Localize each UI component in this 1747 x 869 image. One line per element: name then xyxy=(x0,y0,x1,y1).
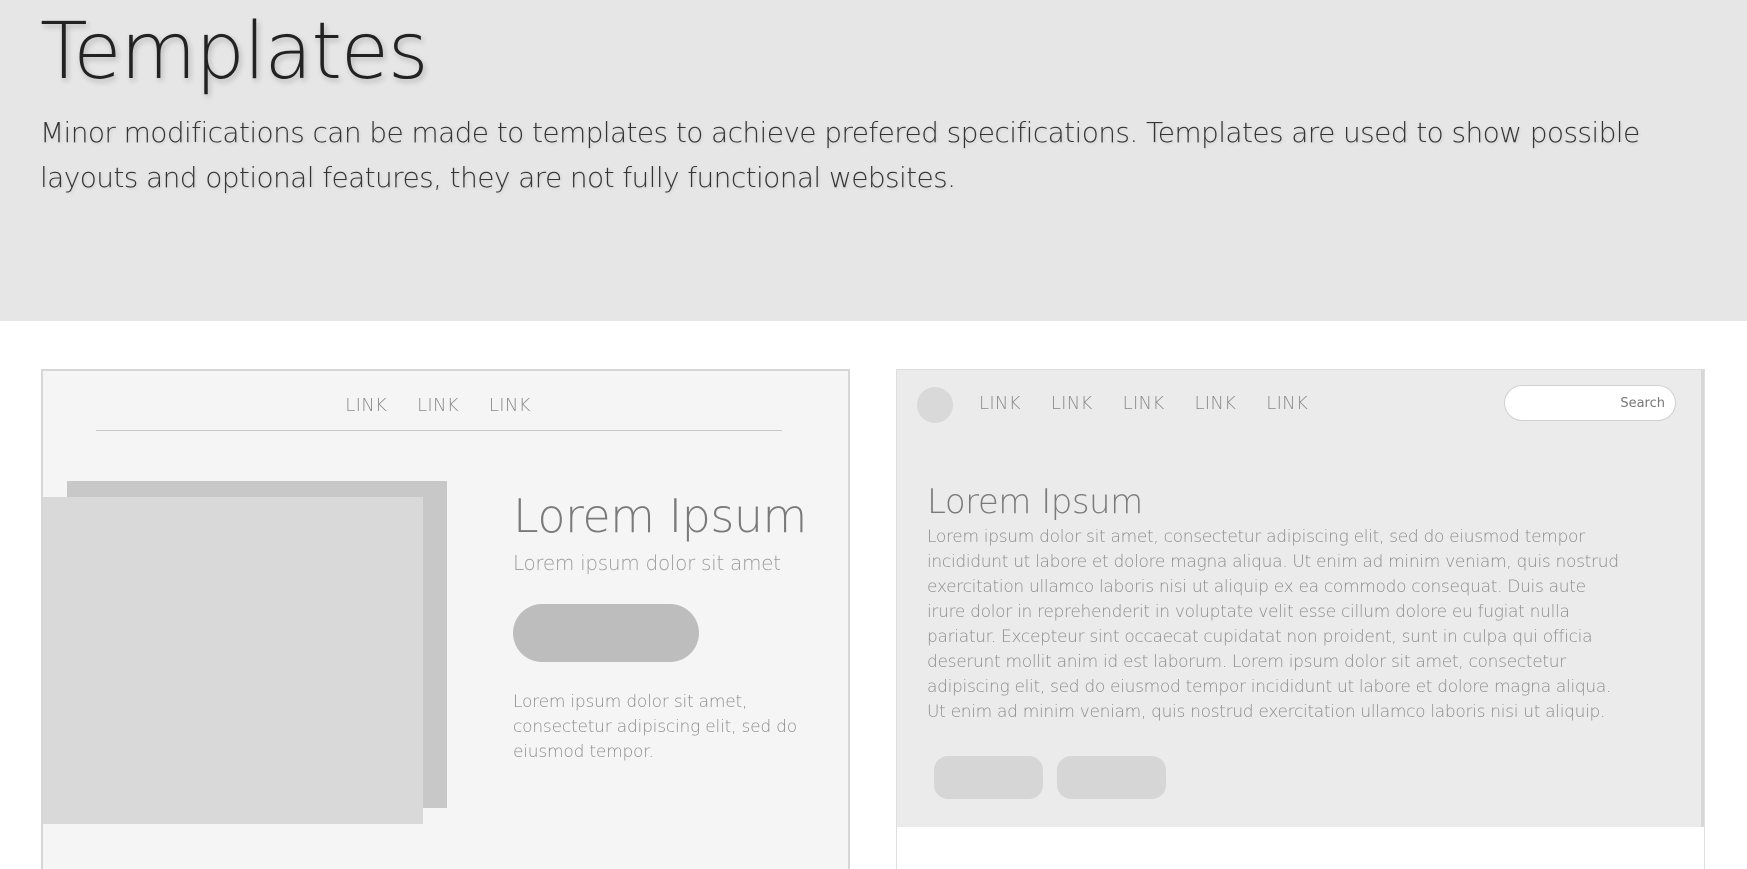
page-title: Templates xyxy=(40,7,429,97)
template-1-nav: LINK LINK LINK xyxy=(43,395,848,416)
template-1-nav-link[interactable]: LINK xyxy=(489,395,531,416)
template-1-subheading: Lorem ipsum dolor sit amet xyxy=(513,551,781,575)
template-1-body: Lorem ipsum dolor sit amet, consectetur … xyxy=(513,692,797,762)
template-2-nav: LINK LINK LINK LINK LINK xyxy=(979,393,1338,414)
image-placeholder xyxy=(43,497,423,824)
template-1-heading: Lorem Ipsum xyxy=(513,489,807,543)
template-2-button-primary[interactable] xyxy=(934,756,1043,799)
template-2-nav-link[interactable]: LINK xyxy=(1123,393,1165,414)
template-2-button-secondary[interactable] xyxy=(1057,756,1166,799)
template-2-nav-link[interactable]: LINK xyxy=(979,393,1021,414)
template-1-nav-link[interactable]: LINK xyxy=(417,395,459,416)
template-card-1[interactable]: LINK LINK LINK Lorem Ipsum Lorem ipsum dol… xyxy=(41,369,850,869)
nav-divider xyxy=(96,430,782,431)
template-card-2[interactable]: LINK LINK LINK LINK LINK Lorem Ipsum Lorem i… xyxy=(896,369,1705,869)
template-1-cta-button[interactable] xyxy=(513,604,699,662)
template-2-nav-link[interactable]: LINK xyxy=(1194,393,1236,414)
search-input[interactable] xyxy=(1504,385,1676,421)
template-2-nav-link[interactable]: LINK xyxy=(1051,393,1093,414)
page-description: Minor modifications can be made to templ… xyxy=(40,116,1640,194)
template-1-nav-link[interactable]: LINK xyxy=(345,395,387,416)
template-2-heading: Lorem Ipsum xyxy=(927,482,1143,522)
template-2-body: Lorem ipsum dolor sit amet, consectetur … xyxy=(927,527,1619,722)
logo-placeholder-icon xyxy=(917,387,953,423)
template-2-content: LINK LINK LINK LINK LINK Lorem Ipsum Lorem i… xyxy=(897,370,1704,827)
page-header: Templates Minor modifications can be mad… xyxy=(0,0,1747,321)
template-2-nav-link[interactable]: LINK xyxy=(1266,393,1308,414)
